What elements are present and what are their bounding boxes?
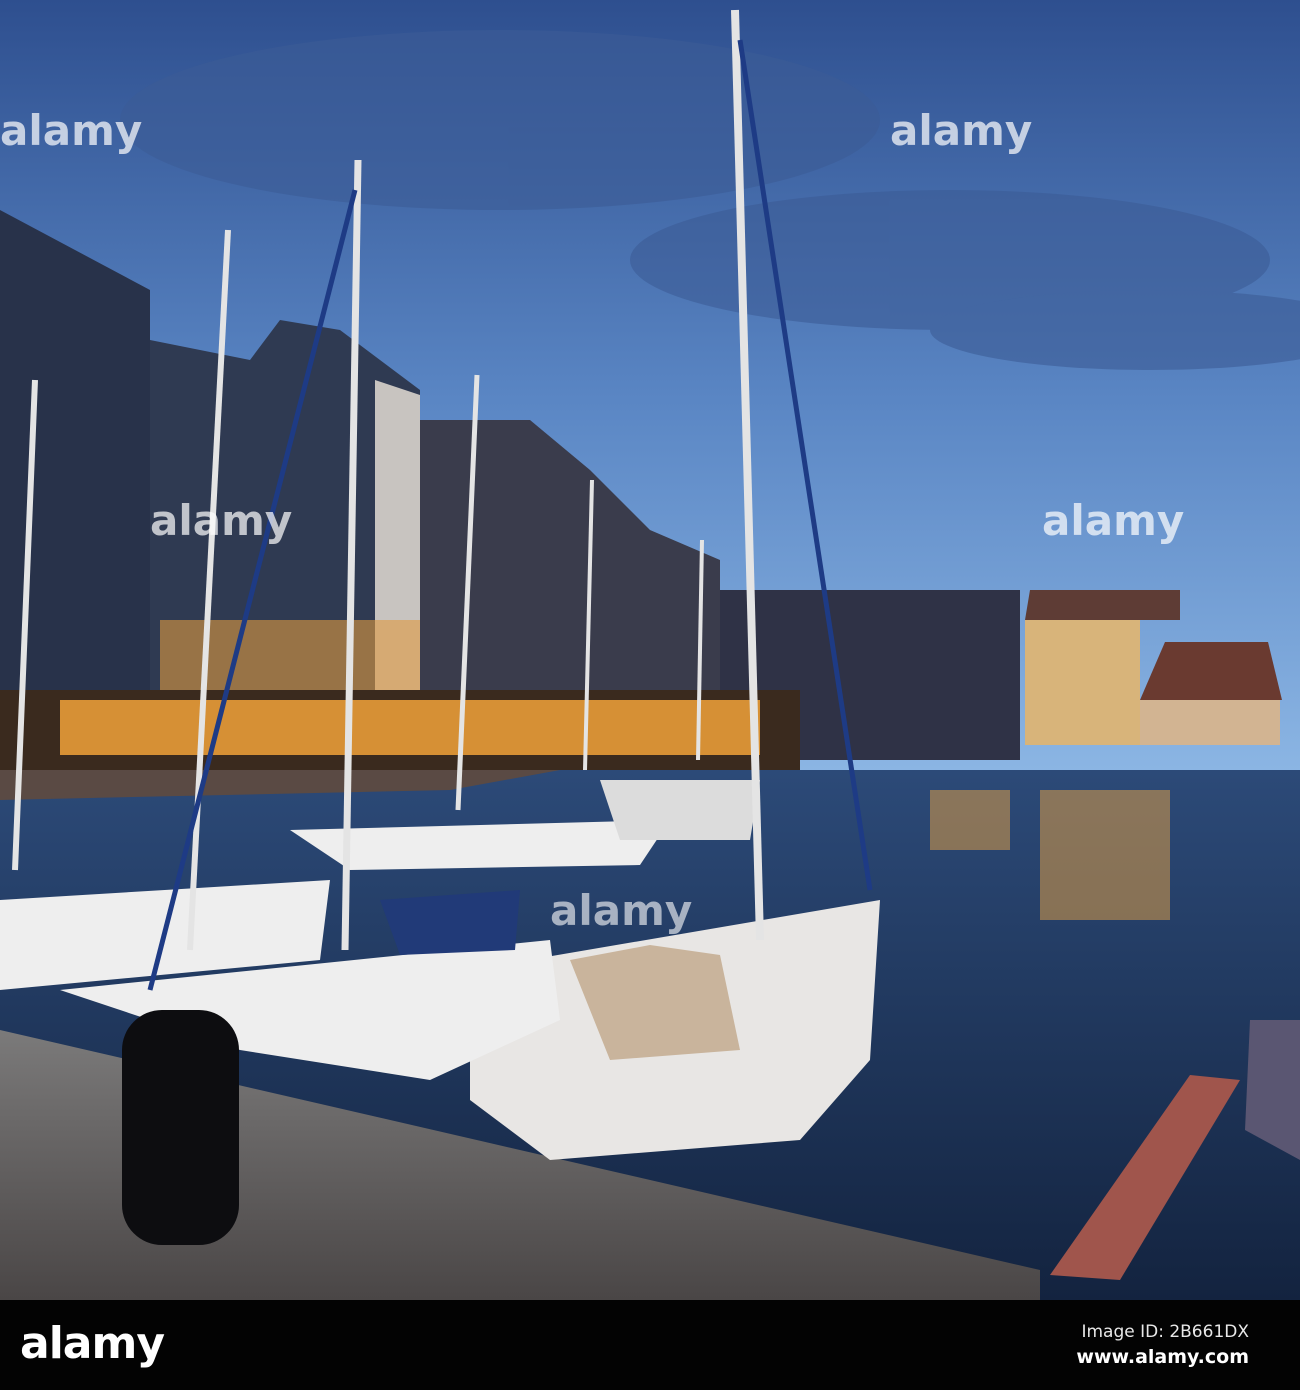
svg-text:alamy: alamy xyxy=(150,496,292,545)
svg-text:alamy: alamy xyxy=(0,106,142,155)
alamy-logo[interactable]: alamy xyxy=(20,1318,165,1369)
website-link[interactable]: www.alamy.com xyxy=(1076,1346,1249,1368)
svg-text:alamy: alamy xyxy=(550,886,692,935)
image-id: Image ID: 2B661DX xyxy=(1081,1322,1249,1342)
svg-text:alamy: alamy xyxy=(890,106,1032,155)
svg-text:alamy: alamy xyxy=(1042,496,1184,545)
bin xyxy=(122,1010,239,1245)
harbour-photo: alamy alamy alamy alamy alamy xyxy=(0,0,1300,1300)
footer-bar: alamy Image ID: 2B661DX www.alamy.com xyxy=(0,1300,1300,1390)
